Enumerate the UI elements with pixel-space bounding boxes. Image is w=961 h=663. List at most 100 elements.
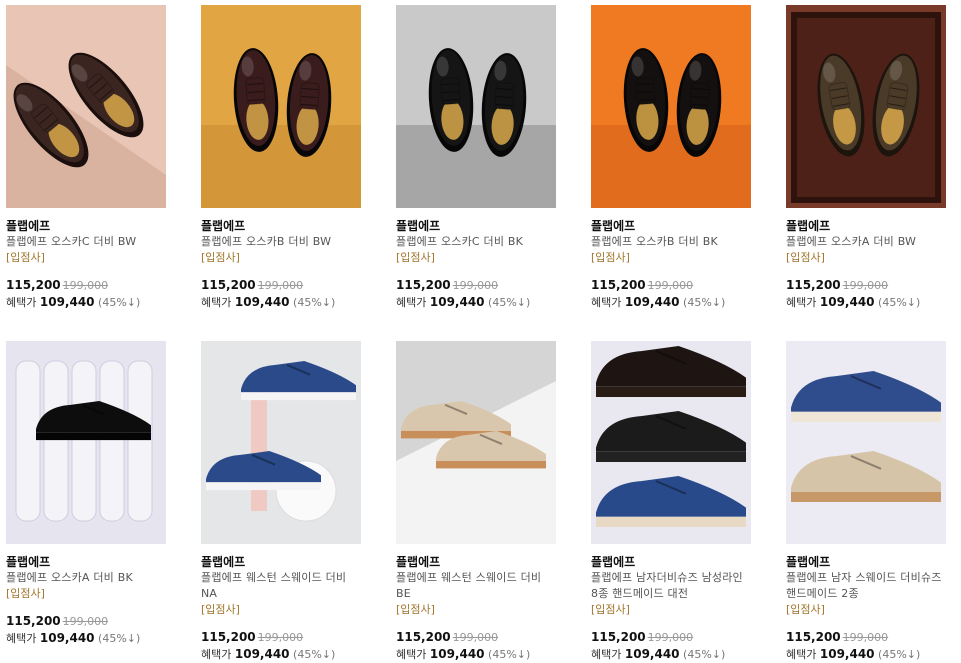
product-name[interactable]: 플랩에프 오스카B 더비 BW: [201, 234, 361, 250]
shoe-photo: [396, 5, 556, 208]
product-card[interactable]: 플랩에프 플랩에프 오스카B 더비 BW [입점사] 115,200 199,00…: [201, 5, 361, 311]
benefit-label: 혜택가: [396, 296, 427, 309]
benefit-label: 혜택가: [591, 296, 622, 309]
benefit-label: 혜택가: [786, 296, 817, 309]
benefit-label: 혜택가: [591, 648, 622, 661]
product-name[interactable]: 플랩에프 오스카A 더비 BW: [786, 234, 946, 250]
brand-name[interactable]: 플랩에프: [591, 555, 751, 570]
brand-name[interactable]: 플랩에프: [201, 219, 361, 234]
discount-rate: (45%↓): [683, 648, 726, 661]
shoe-photo: [6, 341, 166, 544]
benefit-label: 혜택가: [201, 648, 232, 661]
product-card[interactable]: 플랩에프 플랩에프 오스카B 더비 BK [입점사] 115,200 199,00…: [591, 5, 751, 311]
benefit-price: 109,440: [234, 295, 290, 309]
original-price: 199,000: [452, 279, 499, 292]
original-price: 199,000: [257, 279, 304, 292]
original-price: 199,000: [452, 631, 499, 644]
benefit-price: 109,440: [429, 295, 485, 309]
product-image[interactable]: [786, 5, 946, 208]
shoe-photo: [786, 5, 946, 208]
product-card[interactable]: 플랩에프 플랩에프 남자더비슈즈 남성라인 8종 핸드메이드 대전 [입점사] …: [591, 341, 751, 663]
brand-name[interactable]: 플랩에프: [786, 555, 946, 570]
product-card[interactable]: 플랩에프 플랩에프 오스카A 더비 BK [입점사] 115,200 199,00…: [6, 341, 166, 647]
original-price: 199,000: [257, 631, 304, 644]
discount-rate: (45%↓): [488, 648, 531, 661]
seller-tag: [입점사]: [396, 603, 435, 616]
sale-price: 115,200: [201, 278, 256, 292]
product-name[interactable]: 플랩에프 남자더비슈즈 남성라인 8종 핸드메이드 대전: [591, 570, 751, 602]
product-image[interactable]: [591, 341, 751, 544]
sale-price: 115,200: [396, 630, 451, 644]
original-price: 199,000: [647, 631, 694, 644]
benefit-price: 109,440: [39, 631, 95, 645]
brand-name[interactable]: 플랩에프: [786, 219, 946, 234]
benefit-price: 109,440: [819, 295, 875, 309]
discount-rate: (45%↓): [683, 296, 726, 309]
discount-rate: (45%↓): [293, 648, 336, 661]
product-card[interactable]: 플랩에프 플랩에프 오스카A 더비 BW [입점사] 115,200 199,00…: [786, 5, 946, 311]
discount-rate: (45%↓): [98, 632, 141, 645]
sale-price: 115,200: [786, 630, 841, 644]
seller-tag: [입점사]: [786, 603, 825, 616]
sale-price: 115,200: [591, 278, 646, 292]
sale-price: 115,200: [591, 630, 646, 644]
shoe-photo: [591, 5, 751, 208]
product-image[interactable]: [6, 341, 166, 544]
original-price: 199,000: [62, 279, 109, 292]
sale-price: 115,200: [6, 278, 61, 292]
seller-tag: [입점사]: [396, 251, 435, 264]
original-price: 199,000: [647, 279, 694, 292]
product-image[interactable]: [591, 5, 751, 208]
product-name[interactable]: 플랩에프 오스카C 더비 BW: [6, 234, 166, 250]
product-image[interactable]: [201, 341, 361, 544]
shoe-photo: [786, 341, 946, 544]
original-price: 199,000: [842, 631, 889, 644]
seller-tag: [입점사]: [591, 603, 630, 616]
product-name[interactable]: 플랩에프 웨스턴 스웨이드 더비 NA: [201, 570, 361, 602]
discount-rate: (45%↓): [293, 296, 336, 309]
product-card[interactable]: 플랩에프 플랩에프 오스카C 더비 BK [입점사] 115,200 199,00…: [396, 5, 556, 311]
product-card[interactable]: 플랩에프 플랩에프 오스카C 더비 BW [입점사] 115,200 199,00…: [6, 5, 166, 311]
seller-tag: [입점사]: [6, 251, 45, 264]
brand-name[interactable]: 플랩에프: [201, 555, 361, 570]
seller-tag: [입점사]: [6, 587, 45, 600]
product-name[interactable]: 플랩에프 오스카C 더비 BK: [396, 234, 556, 250]
brand-name[interactable]: 플랩에프: [6, 555, 166, 570]
discount-rate: (45%↓): [98, 296, 141, 309]
shoe-photo: [201, 5, 361, 208]
product-card[interactable]: 플랩에프 플랩에프 남자 스웨이드 더비슈즈 핸드메이드 2종 [입점사] 11…: [786, 341, 946, 663]
product-card[interactable]: 플랩에프 플랩에프 웨스턴 스웨이드 더비 BE [입점사] 115,200 19…: [396, 341, 556, 663]
seller-tag: [입점사]: [786, 251, 825, 264]
brand-name[interactable]: 플랩에프: [396, 555, 556, 570]
benefit-price: 109,440: [234, 647, 290, 661]
product-image[interactable]: [6, 5, 166, 208]
product-name[interactable]: 플랩에프 오스카B 더비 BK: [591, 234, 751, 250]
product-card[interactable]: 플랩에프 플랩에프 웨스턴 스웨이드 더비 NA [입점사] 115,200 19…: [201, 341, 361, 663]
product-image[interactable]: [396, 341, 556, 544]
benefit-price: 109,440: [624, 647, 680, 661]
product-image[interactable]: [786, 341, 946, 544]
seller-tag: [입점사]: [591, 251, 630, 264]
brand-name[interactable]: 플랩에프: [591, 219, 751, 234]
seller-tag: [입점사]: [201, 603, 240, 616]
benefit-price: 109,440: [819, 647, 875, 661]
brand-name[interactable]: 플랩에프: [6, 219, 166, 234]
seller-tag: [입점사]: [201, 251, 240, 264]
benefit-label: 혜택가: [6, 632, 37, 645]
benefit-label: 혜택가: [6, 296, 37, 309]
shoe-photo: [6, 5, 166, 208]
benefit-label: 혜택가: [786, 648, 817, 661]
shoe-photo: [591, 341, 751, 544]
brand-name[interactable]: 플랩에프: [396, 219, 556, 234]
original-price: 199,000: [62, 615, 109, 628]
sale-price: 115,200: [201, 630, 256, 644]
product-name[interactable]: 플랩에프 남자 스웨이드 더비슈즈 핸드메이드 2종: [786, 570, 946, 602]
discount-rate: (45%↓): [878, 648, 921, 661]
sale-price: 115,200: [6, 614, 61, 628]
discount-rate: (45%↓): [878, 296, 921, 309]
product-image[interactable]: [201, 5, 361, 208]
product-name[interactable]: 플랩에프 오스카A 더비 BK: [6, 570, 166, 586]
product-name[interactable]: 플랩에프 웨스턴 스웨이드 더비 BE: [396, 570, 556, 602]
benefit-price: 109,440: [624, 295, 680, 309]
product-image[interactable]: [396, 5, 556, 208]
